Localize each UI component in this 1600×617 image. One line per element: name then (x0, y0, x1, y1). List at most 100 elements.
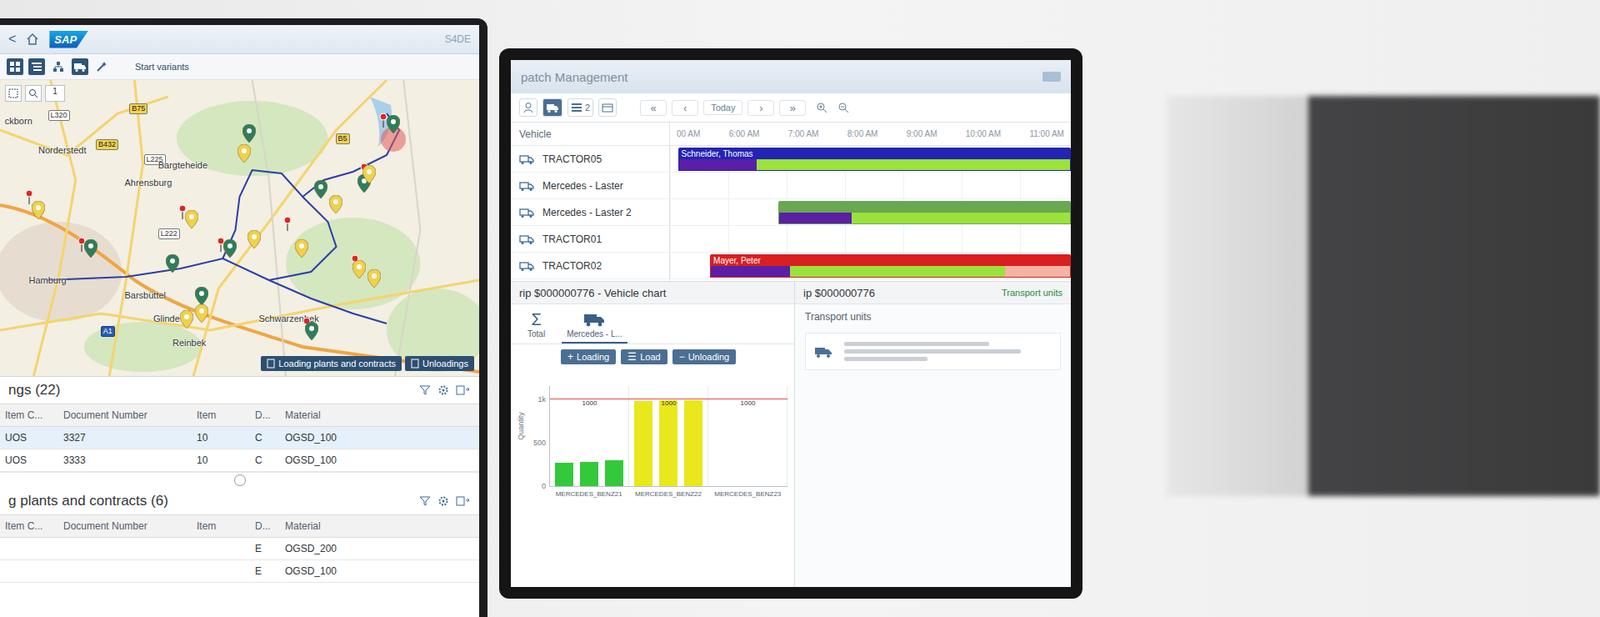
transport-units-link[interactable]: Transport units (1001, 287, 1063, 298)
table-cell: 3333 (58, 452, 192, 468)
splitter-handle[interactable] (234, 474, 246, 486)
bar[interactable] (634, 400, 653, 486)
view-toggle-button[interactable]: 2 (567, 98, 594, 117)
zoom-out-icon[interactable] (837, 101, 850, 114)
start-variants-button[interactable]: Start variants (130, 60, 195, 74)
filter-icon[interactable] (419, 495, 431, 507)
chart-filter-button[interactable]: −Unloading (672, 349, 737, 365)
vehicle-row[interactable]: Mercedes - Laster 2 (510, 199, 670, 226)
trip-segment[interactable] (779, 212, 852, 224)
trip-segment[interactable] (790, 265, 1006, 277)
map-pin[interactable] (165, 254, 180, 273)
view-toggle-button[interactable] (6, 58, 24, 75)
column-header[interactable]: Item (191, 407, 250, 423)
nav-back-button[interactable]: ‹ (671, 100, 699, 116)
export-icon[interactable] (455, 495, 471, 507)
trip-segment[interactable] (851, 212, 1070, 224)
map-pin[interactable] (352, 260, 366, 279)
trip-segment[interactable] (679, 159, 758, 170)
sap-logo[interactable]: SAP (49, 30, 89, 49)
location-dot[interactable] (283, 215, 292, 231)
vehicle-row[interactable]: TRACTOR05 (510, 145, 670, 173)
export-icon[interactable] (455, 384, 471, 396)
column-header[interactable]: Item (191, 518, 250, 534)
transport-unit-item[interactable] (805, 332, 1061, 370)
bar[interactable] (555, 462, 574, 486)
map-pin[interactable] (314, 180, 328, 199)
map-pin[interactable] (295, 239, 309, 258)
map-layer-button[interactable]: Loading plants and contracts (260, 355, 402, 371)
map-pin[interactable] (195, 286, 209, 305)
bar[interactable] (605, 460, 624, 486)
trip-bar[interactable]: Mayer, Peter (710, 254, 1071, 278)
gear-icon[interactable] (437, 384, 450, 396)
trip-segment[interactable] (710, 265, 790, 277)
view-toggle-button[interactable] (519, 98, 538, 117)
chart-filter-button[interactable]: +Loading (560, 349, 616, 365)
splitter[interactable] (0, 471, 480, 488)
map-pin[interactable] (84, 239, 98, 258)
bar[interactable] (684, 400, 703, 486)
chart-tab[interactable]: Mercedes - L... (561, 309, 628, 344)
view-toggle-button[interactable] (28, 58, 45, 75)
filter-icon[interactable] (419, 384, 431, 396)
zoom-tool-button[interactable] (25, 85, 42, 102)
map-page[interactable]: 1 (45, 85, 65, 102)
zoom-in-icon[interactable] (815, 101, 828, 114)
trip-bar[interactable] (778, 200, 1071, 225)
column-header[interactable]: Document Number (58, 518, 192, 534)
table-row[interactable]: EOGSD_100 (0, 560, 480, 583)
vehicle-row[interactable]: Mercedes - Laster (510, 172, 670, 200)
table-row[interactable]: UOS332710COGSD_100 (0, 426, 480, 450)
gear-icon[interactable] (437, 495, 450, 507)
chart-tab[interactable]: ΣTotal (522, 309, 550, 344)
column-header[interactable]: Document Number (58, 407, 192, 423)
title-action-button[interactable] (1042, 71, 1061, 82)
map-pin[interactable] (242, 124, 256, 143)
map-pin[interactable] (362, 165, 376, 184)
map-pin[interactable] (367, 269, 381, 288)
vehicle-row[interactable]: TRACTOR01 (510, 225, 670, 253)
column-header[interactable]: Item C... (0, 407, 59, 423)
map-pin[interactable] (223, 239, 237, 258)
map-pin[interactable] (31, 200, 45, 220)
nav-forward-button[interactable]: › (747, 100, 775, 116)
map-pin[interactable] (329, 195, 343, 214)
map-pin[interactable] (237, 144, 251, 163)
view-toggle-button[interactable] (50, 58, 67, 75)
select-tool-button[interactable] (5, 85, 22, 102)
map-pin[interactable] (247, 230, 261, 249)
map-pin[interactable] (386, 115, 400, 134)
view-toggle-button[interactable] (71, 58, 89, 75)
map-pin[interactable] (185, 210, 199, 229)
table-row[interactable]: EOGSD_200 (0, 537, 480, 560)
nav-forward-button[interactable]: » (779, 100, 806, 116)
view-toggle-button[interactable] (598, 98, 617, 117)
table-row[interactable]: UOS333310COGSD_100 (0, 449, 480, 472)
trip-bar[interactable]: Schneider, Thomas (678, 147, 1071, 171)
column-header[interactable]: D... (250, 518, 280, 534)
bar[interactable] (659, 400, 678, 486)
map[interactable]: 1L320B432B75L225L222B5A1ckbornNordersted… (0, 80, 480, 377)
map-pin[interactable] (195, 304, 209, 323)
trip-segment[interactable] (756, 159, 1070, 170)
map-pin[interactable] (180, 310, 194, 329)
map-layer-button[interactable]: Unloadings (405, 355, 475, 371)
home-icon[interactable] (25, 32, 40, 46)
chart-filter-button[interactable]: ☰Load (620, 349, 667, 365)
view-toggle-button[interactable] (542, 98, 563, 117)
today-button[interactable]: Today (703, 100, 743, 115)
nav-back-button[interactable]: « (640, 100, 667, 116)
column-header[interactable]: Material (280, 407, 480, 423)
view-toggle-button[interactable] (93, 58, 110, 75)
back-button[interactable]: < (8, 31, 16, 47)
column-header[interactable]: D... (250, 407, 280, 423)
map-pin[interactable] (305, 321, 319, 340)
panel-title: ip $000000776 (803, 281, 875, 304)
bar[interactable] (580, 461, 599, 486)
vehicle-row[interactable]: TRACTOR02 (510, 252, 670, 280)
location-dot[interactable] (25, 189, 34, 205)
column-header[interactable]: Item C... (0, 518, 59, 534)
column-header[interactable]: Material (280, 518, 480, 534)
trip-segment[interactable] (1005, 265, 1070, 277)
